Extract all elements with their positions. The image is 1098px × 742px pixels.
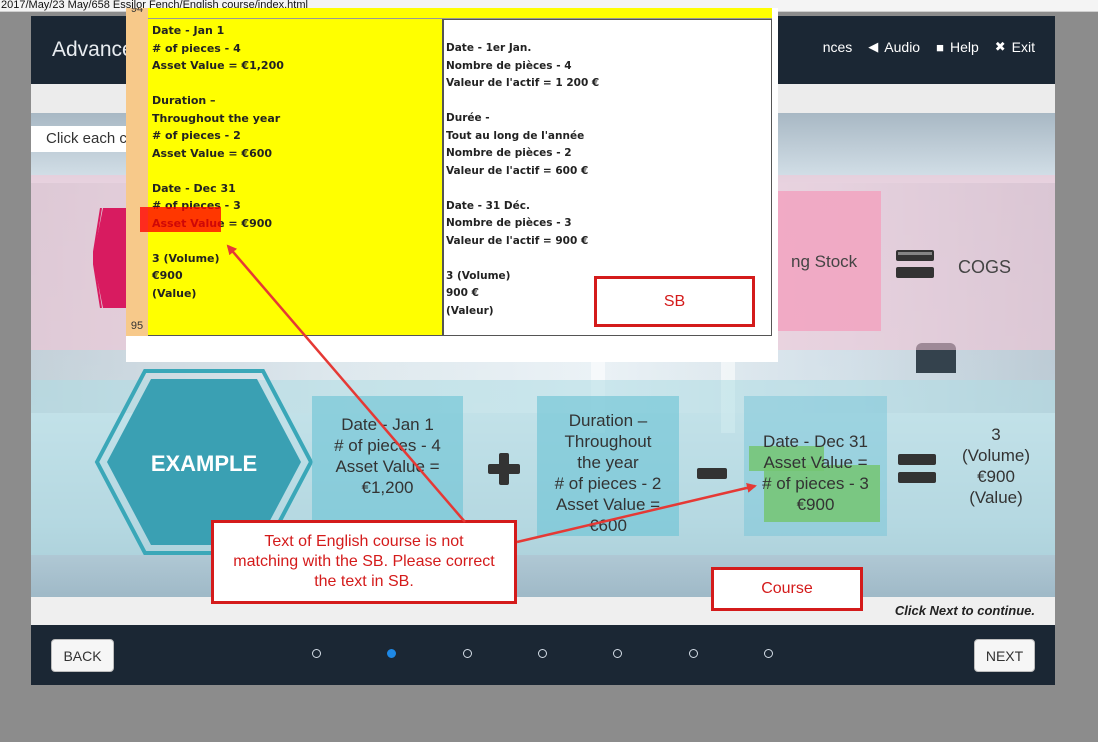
row-number: 95 <box>130 320 144 332</box>
example-box-duration[interactable]: Duration – Throughout the year # of piec… <box>537 396 679 536</box>
back-button[interactable]: BACK <box>51 639 114 672</box>
sb-line: Valeur de l'actif = 600 € <box>446 164 589 177</box>
page-dot[interactable] <box>689 649 698 658</box>
sb-line: Throughout the year <box>152 111 281 125</box>
example-line: Date - Dec 31 <box>763 432 868 451</box>
next-button[interactable]: NEXT <box>974 639 1035 672</box>
annotation-note: Text of English course is not matching w… <box>211 520 517 604</box>
example-line: # of pieces - 3 <box>762 474 869 493</box>
menu-item-exit[interactable]: ✖ Exit <box>995 39 1035 55</box>
sb-line: # of pieces - 4 <box>152 41 241 55</box>
example-box-result[interactable]: 3 (Volume) €900 (Value) <box>937 396 1055 536</box>
continue-strip: Click Next to continue. <box>31 597 1055 625</box>
page-dot[interactable] <box>463 649 472 658</box>
example-line: €1,200 <box>361 478 414 497</box>
annotation-course-label: Course <box>711 567 863 611</box>
menu-item-label: Audio <box>884 39 921 55</box>
annotation-sb-label: SB <box>594 276 755 327</box>
page-dot[interactable] <box>312 649 321 658</box>
sb-line: €900 <box>152 269 183 282</box>
menu-item-audio[interactable]: ◀ Audio <box>868 39 920 55</box>
sb-line: Asset Value = €600 <box>152 146 273 160</box>
sb-blank-line <box>152 232 442 250</box>
equals-icon <box>896 250 934 278</box>
sb-error-highlight <box>140 207 221 232</box>
sb-line: # of pieces - 2 <box>152 129 241 142</box>
example-line: Duration – <box>568 411 648 430</box>
example-line: Throughout <box>564 432 652 451</box>
sb-blank-line <box>446 93 771 111</box>
sb-line: Nombre de pièces - 4 <box>446 59 572 72</box>
example-line: Asset Value = <box>335 457 440 476</box>
sb-next-row <box>126 336 778 362</box>
page-dot[interactable] <box>613 649 622 658</box>
page-dot[interactable] <box>764 649 773 658</box>
example-line: # of pieces - 2 <box>554 474 662 493</box>
sb-line: Date - 1er Jan. <box>446 42 532 54</box>
sb-line: Date - Dec 31 <box>152 181 236 195</box>
menu-item-label: nces <box>822 39 853 55</box>
sb-line: Nombre de pièces - 2 <box>446 147 572 159</box>
close-icon: ✖ <box>994 39 1006 54</box>
sb-line: Valeur de l'actif = 900 € <box>446 234 589 247</box>
sb-line: (Value) <box>152 286 197 300</box>
example-line: 3 <box>991 425 1001 444</box>
sb-line: Asset Value = €1,200 <box>152 59 284 72</box>
minus-icon <box>697 468 727 479</box>
row-number: 94 <box>130 8 144 15</box>
sb-line: Nombre de pièces - 3 <box>446 217 572 229</box>
example-line: Asset Value = <box>555 495 661 514</box>
sb-blank-line <box>446 250 771 268</box>
sb-blank-line <box>446 180 771 198</box>
example-line: €900 <box>977 467 1015 486</box>
equals-icon <box>898 454 936 483</box>
formula-label-cogs: COGS <box>958 257 1012 277</box>
sb-line: 3 (Volume) <box>152 251 220 265</box>
example-box-opening[interactable]: Date - Jan 1 # of pieces - 4 Asset Value… <box>312 396 463 536</box>
plus-icon <box>488 453 520 485</box>
sb-line: Tout au long de l'année <box>446 129 585 142</box>
page-dot[interactable] <box>538 649 547 658</box>
menu-item-label: Exit <box>1011 39 1035 55</box>
example-line: €600 <box>589 516 627 535</box>
sb-line: Durée - <box>446 112 490 124</box>
example-line: (Value) <box>969 488 1023 507</box>
menu-item-help[interactable]: ■ Help <box>936 39 979 55</box>
sb-blank-line <box>152 75 442 93</box>
continue-hint: Click Next to continue. <box>894 603 1035 618</box>
example-line: (Volume) <box>961 446 1031 465</box>
sb-line: Duration – <box>152 94 216 107</box>
example-label: EXAMPLE <box>150 451 258 476</box>
menu-item-references[interactable]: nces <box>823 39 853 55</box>
row-number-column: 94 95 96 <box>126 8 148 362</box>
menu-item-label: Help <box>949 39 979 55</box>
sb-line: Valeur de l'actif = 1 200 € <box>446 77 600 89</box>
header-menu: nces ◀ Audio ■ Help ✖ Exit <box>823 39 1035 55</box>
example-box-closing[interactable]: Date - Dec 31 Asset Value = # of pieces … <box>744 396 887 536</box>
formula-label-stock: ng Stock <box>791 252 858 271</box>
example-line: # of pieces - 4 <box>334 436 441 455</box>
book-icon: ■ <box>936 39 944 55</box>
sb-line: Date - 31 Déc. <box>446 199 530 212</box>
page-dot-current[interactable] <box>387 649 396 658</box>
example-line: Date - Jan 1 <box>341 415 434 434</box>
example-line: Asset Value = <box>763 453 868 472</box>
sb-previous-row <box>148 8 772 19</box>
example-line: the year <box>577 453 639 472</box>
sb-blank-line <box>152 162 442 180</box>
example-line: €900 <box>796 495 835 514</box>
speaker-icon: ◀ <box>868 39 879 54</box>
course-footer: BACK NEXT <box>31 625 1055 685</box>
sb-line: Date - Jan 1 <box>152 24 225 37</box>
sb-cell-english[interactable]: Date - Jan 1 # of pieces - 4 Asset Value… <box>148 19 443 336</box>
